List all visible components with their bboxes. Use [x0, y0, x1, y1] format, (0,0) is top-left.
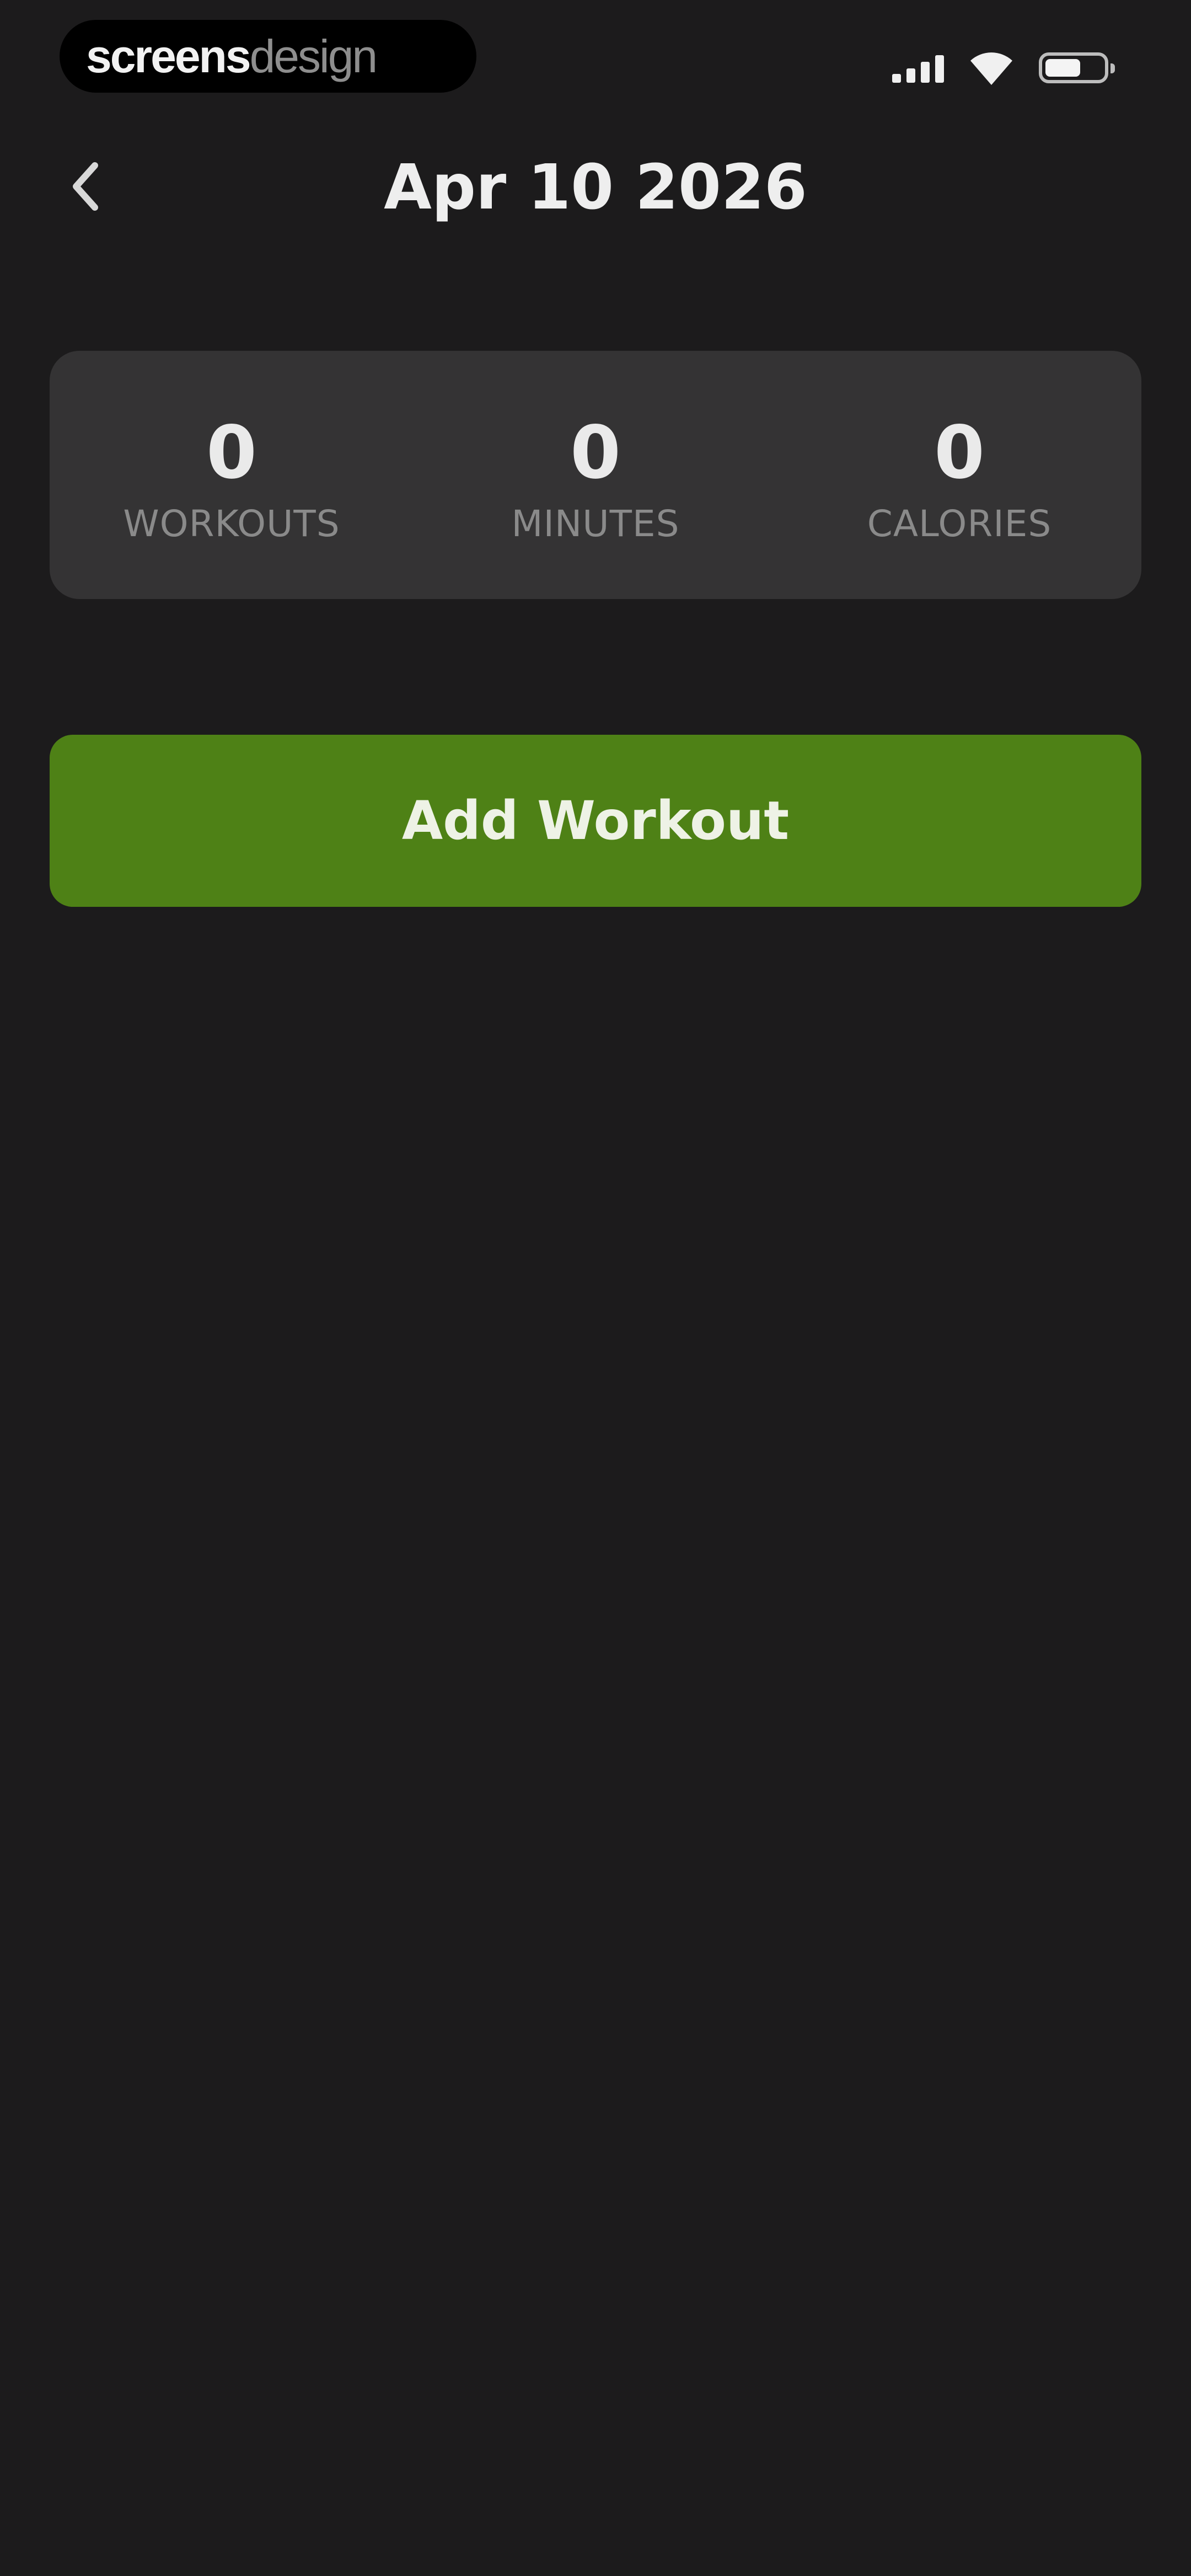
stat-value: 0 [934, 410, 985, 495]
wifi-icon [970, 52, 1012, 85]
stat-value: 0 [206, 410, 257, 495]
battery-icon [1039, 52, 1115, 83]
cellular-signal-icon [892, 53, 944, 83]
stat-label: CALORIES [867, 503, 1052, 545]
stat-calories: 0 CALORIES [777, 351, 1141, 599]
screensdesign-watermark: screens design [60, 20, 476, 93]
add-workout-button[interactable]: Add Workout [50, 735, 1141, 907]
watermark-bold-text: screens [86, 30, 251, 82]
stat-label: WORKOUTS [123, 503, 340, 545]
stat-workouts: 0 WORKOUTS [50, 351, 414, 599]
watermark-light-text: design [249, 30, 378, 82]
stat-label: MINUTES [511, 503, 680, 545]
stats-card: 0 WORKOUTS 0 MINUTES 0 CALORIES [50, 351, 1141, 599]
page-title: Apr 10 2026 [384, 152, 807, 223]
status-icons [892, 43, 1115, 93]
stat-minutes: 0 MINUTES [414, 351, 777, 599]
stat-value: 0 [570, 410, 621, 495]
